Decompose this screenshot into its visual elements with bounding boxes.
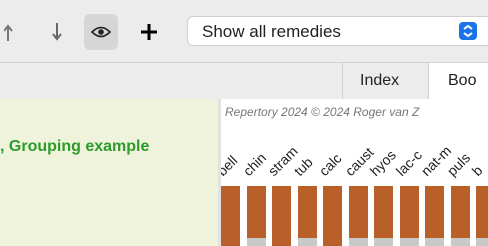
copyright-text: e Repertory 2024 © 2024 Roger van Z xyxy=(221,105,420,119)
tab-bar: Index Boo xyxy=(0,62,488,100)
remedy-column-hyos[interactable] xyxy=(374,186,393,246)
remedy-column-lac-c[interactable] xyxy=(399,186,419,246)
cell-empty xyxy=(450,238,470,246)
cell-empty xyxy=(425,238,444,246)
panel-title: , Grouping example xyxy=(0,138,150,155)
remedy-column-caust[interactable] xyxy=(348,186,368,246)
cell-empty xyxy=(476,238,488,246)
plus-icon[interactable] xyxy=(134,14,164,50)
remedy-column-tub[interactable] xyxy=(297,186,317,246)
cell-empty xyxy=(246,238,266,246)
remedy-filter-dropdown[interactable]: Show all remedies xyxy=(187,16,488,46)
remedy-column-bell[interactable] xyxy=(221,186,240,246)
remedy-column-puls[interactable] xyxy=(450,186,470,246)
dropdown-value: Show all remedies xyxy=(202,22,341,41)
chevron-updown-icon xyxy=(459,22,477,40)
tab-index[interactable]: Index xyxy=(342,63,428,99)
cell-empty xyxy=(348,238,368,246)
remedy-label-bell[interactable]: bell xyxy=(221,152,240,179)
tab-index-label: Index xyxy=(360,72,400,89)
cell-empty xyxy=(399,238,419,246)
tab-book[interactable]: Boo xyxy=(428,63,488,99)
eye-icon[interactable] xyxy=(84,14,118,50)
remedy-column-nat-m[interactable] xyxy=(425,186,444,246)
remedy-label-b[interactable]: b xyxy=(469,162,486,179)
remedy-label-chin[interactable]: chin xyxy=(239,150,268,179)
toolbar: Show all remedies xyxy=(0,0,488,62)
remedy-label-calc[interactable]: calc xyxy=(316,150,345,179)
arrow-up-icon[interactable] xyxy=(0,14,22,50)
remedy-column-calc[interactable] xyxy=(323,186,342,246)
remedy-column-chin[interactable] xyxy=(246,186,266,246)
arrow-down-icon[interactable] xyxy=(42,14,72,50)
remedy-label-lac-c[interactable]: lac-c xyxy=(392,147,424,179)
left-panel xyxy=(0,99,218,246)
remedy-label-stram[interactable]: stram xyxy=(265,143,301,179)
repertory-grid: e Repertory 2024 © 2024 Roger van Z bell… xyxy=(221,99,488,246)
cell-empty xyxy=(374,238,393,246)
cell-empty xyxy=(297,238,317,246)
tab-book-label: Boo xyxy=(448,72,477,89)
remedy-column-b[interactable] xyxy=(476,186,488,246)
remedy-column-stram[interactable] xyxy=(272,186,291,246)
